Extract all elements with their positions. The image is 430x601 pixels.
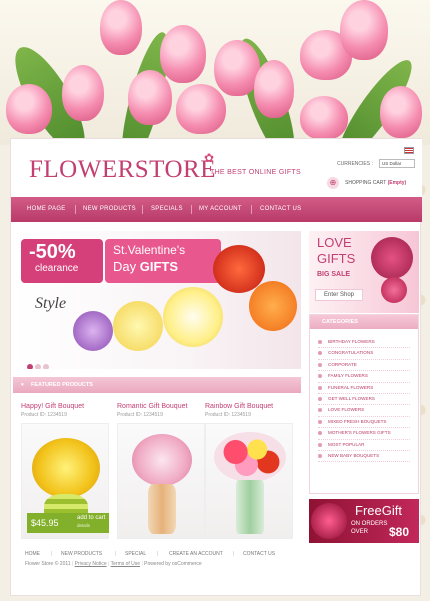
free-gift-line2: OVER (351, 529, 369, 535)
tagline: THE BEST ONLINE GIFTS (210, 169, 301, 176)
category-mixed-fresh-bouquets[interactable]: MIXED FRESH BOUQUETS (318, 417, 410, 429)
orange-lily-image (249, 281, 297, 331)
free-gift-amount: $80 (389, 525, 410, 539)
valentine-line2: Day GIFTS (113, 259, 179, 274)
footer-divider: | (51, 551, 53, 557)
style-script: Style (35, 295, 67, 312)
category-love-flowers[interactable]: LOVE FLOWERS (318, 405, 410, 417)
category-family-flowers[interactable]: FAMILY FLOWERS (318, 371, 410, 383)
pink-lily-bouquet-image[interactable] (117, 423, 205, 539)
nav-divider (75, 205, 76, 214)
discount-percent: -50% (29, 241, 76, 263)
product-card: Romantic Gift Bouquet Product ID: 123451… (117, 403, 207, 543)
valentine-line1: St.Valentine's (113, 243, 186, 257)
nav-new-products[interactable]: NEW PRODUCTS (83, 206, 136, 212)
hero-tulips-image (0, 0, 430, 145)
footer-copyright: Flower Store © 2011 | Privacy Notice | T… (25, 561, 202, 567)
shopping-cart-link[interactable]: SHOPPING CART (Empty) (345, 180, 406, 186)
footer-special-link[interactable]: SPECIAL (125, 551, 146, 557)
featured-title: FEATURED PRODUCTS (31, 382, 93, 388)
free-gift-title: FreeGift (355, 503, 402, 518)
love-line1: LOVE (317, 235, 352, 250)
add-to-cart-button[interactable]: add to cart details (77, 515, 105, 529)
big-sale-label: BIG SALE (317, 271, 351, 278)
tulip-bouquet-image[interactable] (205, 423, 293, 539)
footer-home-link[interactable]: HOME (25, 551, 40, 557)
details-link[interactable]: details (77, 522, 105, 529)
nav-divider (251, 205, 252, 214)
rose-image (381, 277, 407, 303)
currencies-label: CURRENCIES : (337, 161, 373, 167)
terms-of-use-link[interactable]: Terms of Use (111, 561, 140, 567)
product-name[interactable]: Rainbow Gift Bouquet (205, 403, 273, 410)
category-mothers-flowers-gifts[interactable]: MOTHER'S FLOWERS GIFTS (318, 428, 410, 440)
featured-header: ♥ FEATURED PRODUCTS (13, 377, 301, 393)
privacy-notice-link[interactable]: Privacy Notice (75, 561, 107, 567)
nav-divider (142, 205, 143, 214)
heart-icon: ♥ (21, 382, 24, 388)
product-card: Happy! Gift Bouquet Product ID: 1234519 … (21, 403, 111, 543)
slider-dots[interactable] (27, 357, 51, 369)
categories-title: CATEGORIES (322, 319, 358, 325)
category-most-popular[interactable]: MOST POPULAR (318, 440, 410, 451)
uk-flag-icon[interactable] (404, 147, 414, 154)
product-price: $45.95 (31, 518, 59, 528)
categories-list: BIRTHDAY FLOWERS CONGRATULATIONS CORPORA… (318, 337, 410, 463)
love-gifts-promo[interactable]: LOVE GIFTS BIG SALE Enter Shop (309, 231, 419, 313)
product-name[interactable]: Romantic Gift Bouquet (117, 403, 187, 410)
product-name[interactable]: Happy! Gift Bouquet (21, 403, 84, 410)
category-congratulations[interactable]: CONGRATULATIONS (318, 348, 410, 360)
nav-my-account[interactable]: MY ACCOUNT (199, 206, 242, 212)
footer-new-products-link[interactable]: NEW PRODUCTS (61, 551, 102, 557)
main-nav: HOME PAGE NEW PRODUCTS SPECIALS MY ACCOU… (11, 197, 422, 222)
category-get-well-flowers[interactable]: GET WELL FLOWERS (318, 394, 410, 406)
category-new-baby-bouquets[interactable]: NEW BABY BOUQUETS (318, 451, 410, 463)
category-funeral-flowers[interactable]: FUNERAL FLOWERS (318, 383, 410, 394)
flower-icon: ✿ (204, 151, 215, 165)
categories-box: CATEGORIES BIRTHDAY FLOWERS CONGRATULATI… (309, 314, 419, 494)
lily-image (163, 287, 223, 347)
product-id: Product ID: 1234519 (117, 412, 163, 418)
header: FLOWERSTORE ✿ THE BEST ONLINE GIFTS CURR… (11, 139, 422, 197)
purple-flower-image (73, 311, 113, 351)
nav-home-page[interactable]: HOME PAGE (27, 206, 66, 212)
clearance-label: clearance (35, 263, 79, 274)
footer-contact-link[interactable]: CONTACT US (243, 551, 275, 557)
store-page: FLOWERSTORE ✿ THE BEST ONLINE GIFTS CURR… (10, 138, 422, 596)
heart-box-image (371, 237, 413, 279)
store-logo[interactable]: FLOWERSTORE (29, 156, 216, 184)
nav-divider (191, 205, 192, 214)
nav-contact-us[interactable]: CONTACT US (260, 206, 301, 212)
cart-status: (Empty) (387, 180, 407, 186)
category-birthday-flowers[interactable]: BIRTHDAY FLOWERS (318, 337, 410, 349)
lily-image (113, 301, 163, 351)
love-line2: GIFTS (317, 251, 356, 266)
product-id: Product ID: 1234519 (205, 412, 251, 418)
free-gift-line1: ON ORDERS (351, 521, 388, 527)
cart-label: SHOPPING CART (345, 180, 387, 186)
powered-by-text: Powered by osCommerce (144, 561, 202, 567)
free-gift-promo[interactable]: FreeGift ON ORDERS OVER $80 (309, 499, 419, 543)
valentine-banner[interactable]: -50% clearance St.Valentine's Day GIFTS … (13, 231, 301, 369)
footer-divider: | (233, 551, 235, 557)
footer-create-account-link[interactable]: CREATE AN ACCOUNT (169, 551, 223, 557)
enter-shop-button[interactable]: Enter Shop (315, 289, 363, 301)
footer-nav: HOME | NEW PRODUCTS | SPECIAL | CREATE A… (11, 549, 301, 561)
currency-select[interactable]: US Dollar (379, 159, 415, 168)
categories-header: CATEGORIES (310, 315, 418, 329)
rose-image (311, 503, 347, 539)
category-corporate[interactable]: CORPORATE (318, 360, 410, 372)
nav-specials[interactable]: SPECIALS (151, 206, 183, 212)
cart-icon[interactable]: ⊕ (327, 177, 339, 189)
product-card: Rainbow Gift Bouquet Product ID: 1234519 (205, 403, 295, 543)
product-id: Product ID: 1234519 (21, 412, 67, 418)
footer-divider: | (115, 551, 117, 557)
footer-divider: | (157, 551, 159, 557)
